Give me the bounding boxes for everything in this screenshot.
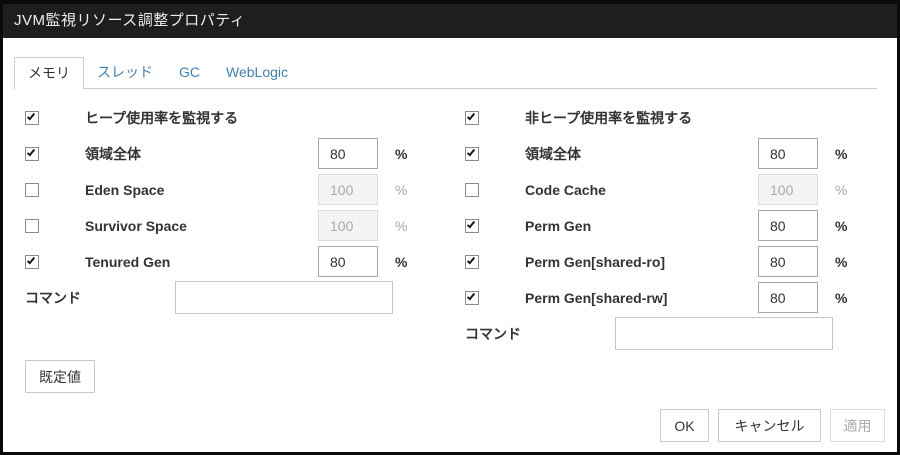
- check-icon: [467, 256, 475, 265]
- nonheap-total-input[interactable]: [758, 138, 818, 169]
- percent-unit: %: [835, 280, 847, 316]
- tab-weblogic[interactable]: WebLogic: [213, 57, 301, 88]
- ok-button[interactable]: OK: [660, 409, 709, 442]
- cancel-button[interactable]: キャンセル: [718, 409, 821, 442]
- tab-thread[interactable]: スレッド: [84, 57, 166, 88]
- percent-unit: %: [395, 244, 407, 280]
- nonheap-command-label: コマンド: [465, 316, 521, 352]
- perm-gen-shared-ro-input[interactable]: [758, 246, 818, 277]
- row-nonheap-total: 領域全体%: [465, 136, 895, 172]
- row-code-cache: Code Cache%: [465, 172, 895, 208]
- perm-gen-input[interactable]: [758, 210, 818, 241]
- tab-gc[interactable]: GC: [166, 57, 213, 88]
- eden-space-checkbox[interactable]: [25, 183, 39, 197]
- dialog-titlebar: JVM監視リソース調整プロパティ: [3, 4, 897, 38]
- nonheap-command-row: コマンド: [465, 316, 895, 356]
- code-cache-input[interactable]: [758, 174, 818, 205]
- check-icon: [27, 256, 35, 265]
- check-icon: [27, 112, 35, 121]
- row-perm-gen-shared-rw: Perm Gen[shared-rw]%: [465, 280, 895, 316]
- check-icon: [467, 220, 475, 229]
- percent-unit: %: [395, 172, 407, 208]
- percent-unit: %: [835, 136, 847, 172]
- heap-settings-column: ヒープ使用率を監視する領域全体%Eden Space%Survivor Spac…: [25, 100, 455, 320]
- survivor-space-checkbox[interactable]: [25, 219, 39, 233]
- default-button[interactable]: 既定値: [25, 360, 95, 393]
- perm-gen-shared-rw-label: Perm Gen[shared-rw]: [525, 280, 667, 316]
- apply-button[interactable]: 適用: [830, 409, 885, 442]
- heap-total-checkbox[interactable]: [25, 147, 39, 161]
- heap-total-label: 領域全体: [85, 136, 141, 172]
- perm-gen-checkbox[interactable]: [465, 219, 479, 233]
- monitor-nonheap-usage-label: 非ヒープ使用率を監視する: [525, 100, 692, 136]
- check-icon: [467, 112, 475, 121]
- eden-space-label: Eden Space: [85, 172, 164, 208]
- jvm-monitor-resource-dialog: JVM監視リソース調整プロパティ メモリスレッドGCWebLogic ヒープ使用…: [0, 0, 900, 455]
- check-icon: [467, 148, 475, 157]
- heap-command-input[interactable]: [175, 281, 393, 314]
- monitor-heap-usage-checkbox[interactable]: [25, 111, 39, 125]
- row-perm-gen: Perm Gen%: [465, 208, 895, 244]
- row-monitor-heap-usage: ヒープ使用率を監視する: [25, 100, 455, 136]
- percent-unit: %: [835, 244, 847, 280]
- nonheap-total-label: 領域全体: [525, 136, 581, 172]
- perm-gen-shared-rw-checkbox[interactable]: [465, 291, 479, 305]
- dialog-content: メモリスレッドGCWebLogic ヒープ使用率を監視する領域全体%Eden S…: [3, 38, 897, 452]
- code-cache-checkbox[interactable]: [465, 183, 479, 197]
- nonheap-settings-column: 非ヒープ使用率を監視する領域全体%Code Cache%Perm Gen%Per…: [465, 100, 895, 356]
- monitor-heap-usage-label: ヒープ使用率を監視する: [85, 100, 238, 136]
- tenured-gen-label: Tenured Gen: [85, 244, 170, 280]
- survivor-space-input[interactable]: [318, 210, 378, 241]
- eden-space-input[interactable]: [318, 174, 378, 205]
- heap-total-input[interactable]: [318, 138, 378, 169]
- perm-gen-shared-ro-checkbox[interactable]: [465, 255, 479, 269]
- row-tenured-gen: Tenured Gen%: [25, 244, 455, 280]
- heap-command-label: コマンド: [25, 280, 81, 316]
- perm-gen-shared-rw-input[interactable]: [758, 282, 818, 313]
- row-survivor-space: Survivor Space%: [25, 208, 455, 244]
- check-icon: [467, 292, 475, 301]
- perm-gen-shared-ro-label: Perm Gen[shared-ro]: [525, 244, 665, 280]
- nonheap-total-checkbox[interactable]: [465, 147, 479, 161]
- footer-buttons: OK キャンセル 適用: [660, 409, 885, 442]
- check-icon: [27, 148, 35, 157]
- percent-unit: %: [835, 172, 847, 208]
- survivor-space-label: Survivor Space: [85, 208, 187, 244]
- tenured-gen-checkbox[interactable]: [25, 255, 39, 269]
- dialog-title: JVM監視リソース調整プロパティ: [14, 12, 245, 29]
- row-eden-space: Eden Space%: [25, 172, 455, 208]
- heap-command-row: コマンド: [25, 280, 455, 320]
- row-monitor-nonheap-usage: 非ヒープ使用率を監視する: [465, 100, 895, 136]
- tenured-gen-input[interactable]: [318, 246, 378, 277]
- tab-memory[interactable]: メモリ: [14, 57, 84, 89]
- percent-unit: %: [835, 208, 847, 244]
- perm-gen-label: Perm Gen: [525, 208, 591, 244]
- percent-unit: %: [395, 136, 407, 172]
- tab-bar: メモリスレッドGCWebLogic: [14, 57, 877, 89]
- row-heap-total: 領域全体%: [25, 136, 455, 172]
- percent-unit: %: [395, 208, 407, 244]
- nonheap-command-input[interactable]: [615, 317, 833, 350]
- row-perm-gen-shared-ro: Perm Gen[shared-ro]%: [465, 244, 895, 280]
- code-cache-label: Code Cache: [525, 172, 606, 208]
- monitor-nonheap-usage-checkbox[interactable]: [465, 111, 479, 125]
